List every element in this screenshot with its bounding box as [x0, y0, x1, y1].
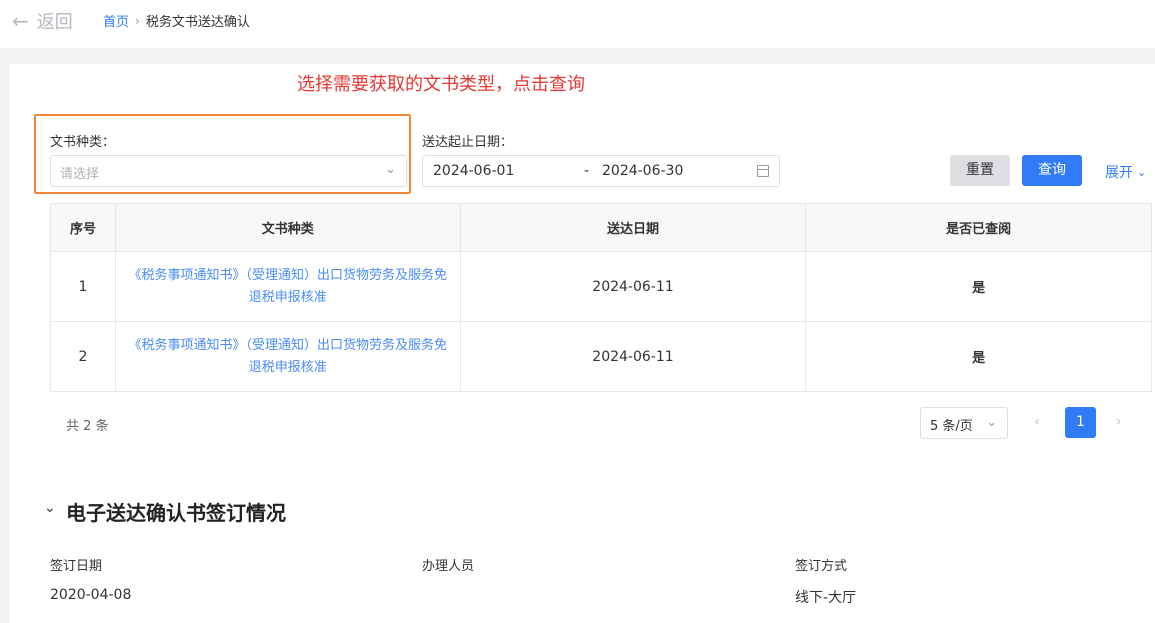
back-button[interactable]: ← 返回	[12, 8, 73, 34]
breadcrumb-home[interactable]: 首页	[103, 11, 129, 30]
expand-label: 展开	[1105, 165, 1133, 181]
chevron-down-icon: ⌄	[1137, 165, 1147, 179]
doc-type-select[interactable]: 请选择 ⌄	[50, 155, 407, 187]
calendar-icon	[757, 165, 769, 177]
header-no: 序号	[50, 203, 116, 252]
date-range-label: 送达起止日期：	[422, 135, 514, 150]
doc-type-placeholder: 请选择	[60, 167, 100, 182]
field-value-sign-date: 2020-04-08	[50, 587, 132, 603]
documents-table: 序号 文书种类 送达日期 是否已查阅 1 《税务事项通知书》（受理通知）出口货物…	[50, 203, 1152, 392]
doc-link[interactable]: 《税务事项通知书》（受理通知）出口货物劳务及服务免退税申报核准	[114, 321, 461, 392]
back-label: 返回	[36, 12, 73, 33]
table-header-row: 序号 文书种类 送达日期 是否已查阅	[50, 203, 1152, 252]
breadcrumb-separator: ›	[135, 13, 140, 28]
breadcrumb: 首页 › 税务文书送达确认	[103, 11, 250, 31]
table-row: 2 《税务事项通知书》（受理通知）出口货物劳务及服务免退税申报核准 2024-0…	[50, 321, 1152, 392]
reset-button[interactable]: 重置	[950, 155, 1010, 186]
page-size-select[interactable]: 5 条/页 ⌄	[920, 407, 1008, 439]
doc-type-label: 文书种类：	[50, 135, 116, 150]
date-separator: -	[584, 163, 590, 179]
page-number-current[interactable]: 1	[1065, 407, 1096, 438]
next-page-button[interactable]: ›	[1116, 414, 1122, 430]
field-value-sign-method: 线下-大厅	[795, 590, 857, 606]
collapse-toggle-icon[interactable]: ⌄	[44, 500, 56, 516]
arrow-left-icon: ←	[12, 9, 29, 33]
header-read: 是否已查阅	[805, 203, 1152, 252]
expand-toggle[interactable]: 展开 ⌄	[1105, 162, 1146, 182]
breadcrumb-current: 税务文书送达确认	[145, 15, 250, 30]
total-count: 共 2 条	[66, 419, 109, 434]
cell-read: 是	[805, 251, 1152, 322]
prev-page-button[interactable]: ‹	[1034, 414, 1040, 430]
section-title: 电子送达确认书签订情况	[66, 501, 286, 525]
page-size-value: 5 条/页	[930, 419, 973, 434]
field-label-sign-method: 签订方式	[795, 559, 848, 574]
chevron-down-icon: ⌄	[385, 162, 396, 177]
cell-no: 2	[50, 321, 116, 392]
doc-link[interactable]: 《税务事项通知书》（受理通知）出口货物劳务及服务免退税申报核准	[114, 251, 461, 322]
query-button[interactable]: 查询	[1022, 155, 1082, 186]
table-row: 1 《税务事项通知书》（受理通知）出口货物劳务及服务免退税申报核准 2024-0…	[50, 251, 1152, 322]
cell-read: 是	[805, 321, 1152, 392]
cell-date: 2024-06-11	[459, 321, 807, 392]
cell-date: 2024-06-11	[459, 251, 807, 322]
chevron-down-icon: ⌄	[986, 415, 997, 430]
header-doc-type: 文书种类	[114, 203, 461, 252]
field-label-handler: 办理人员	[422, 559, 475, 574]
date-end[interactable]: 2024-06-30	[602, 163, 683, 179]
cell-no: 1	[50, 251, 116, 322]
field-label-sign-date: 签订日期	[50, 559, 103, 574]
header-date: 送达日期	[459, 203, 807, 252]
date-range-picker[interactable]: 2024-06-01 - 2024-06-30	[422, 155, 780, 187]
top-bar: ← 返回 首页 › 税务文书送达确认	[0, 0, 1155, 48]
instruction-hint: 选择需要获取的文书类型，点击查询	[297, 74, 585, 95]
date-start[interactable]: 2024-06-01	[433, 163, 514, 179]
